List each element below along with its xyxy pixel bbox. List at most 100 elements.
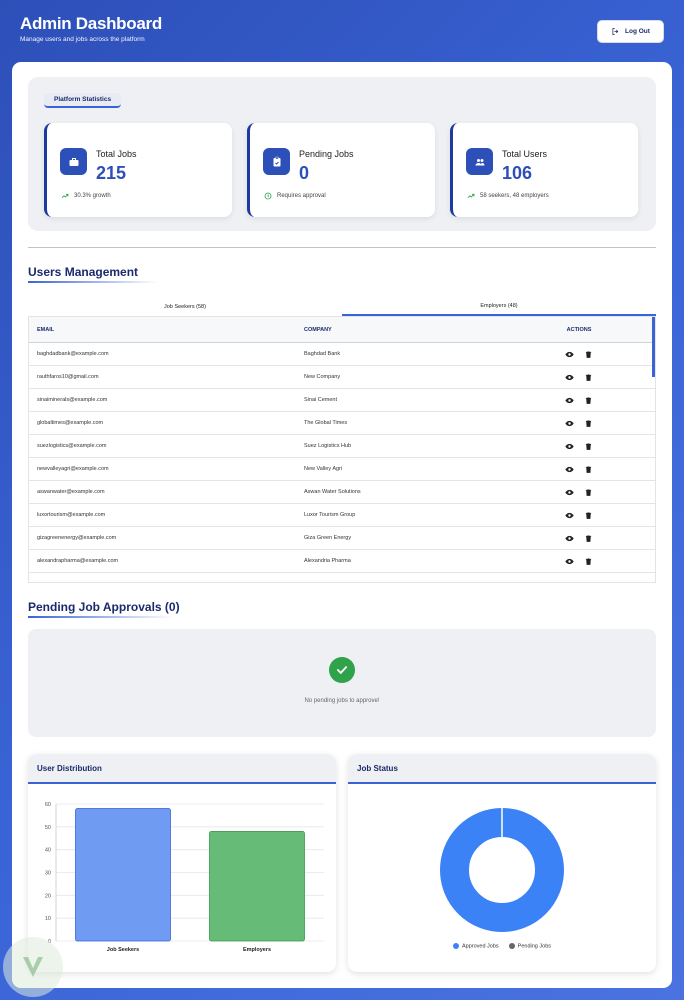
row-actions: [504, 557, 654, 566]
main-panel: Platform Statistics Total Jobs 215 30.3%…: [12, 62, 672, 988]
table-row: gizagreenenergy@example.com Giza Green En…: [29, 527, 655, 550]
tab-employers[interactable]: Employers (48): [342, 298, 656, 316]
stat-card-total-users: Total Users 106 58 seekers, 48 employers: [450, 123, 638, 217]
row-email: newvalleyagri@example.com: [37, 466, 109, 472]
y-tick-label: 40: [45, 848, 51, 854]
table-header: EMAIL COMPANY ACTIONS: [29, 317, 655, 343]
stat-card-pending-jobs: Pending Jobs 0 Requires approval: [247, 123, 435, 217]
row-actions: [504, 396, 654, 405]
trend-up-icon: [467, 193, 475, 198]
row-email: baghdadbank@example.com: [37, 351, 109, 357]
table-row: luxortourism@example.com Luxor Tourism Gr…: [29, 504, 655, 527]
delete-icon[interactable]: [584, 350, 593, 359]
stat-value: 0: [299, 163, 310, 183]
logout-label: Log Out: [625, 28, 650, 35]
row-actions: [504, 465, 654, 474]
legend-label: Approved Jobs: [461, 943, 499, 950]
clock-icon: [264, 192, 272, 200]
view-icon[interactable]: [565, 465, 574, 474]
table-row: suezlogistics@example.com Suez Logistics …: [29, 435, 655, 458]
legend-item-approved[interactable]: Approved Jobs: [452, 943, 499, 950]
user-distribution-chart: 0102030405060Job SeekersEmployers: [45, 802, 324, 953]
tab-job-seekers[interactable]: Job Seekers (58): [28, 298, 342, 316]
view-icon[interactable]: [565, 534, 574, 543]
title-underline: [28, 616, 173, 618]
table-row: baghdadbank@example.com Baghdad Bank: [29, 343, 655, 366]
view-icon[interactable]: [565, 373, 574, 382]
row-company: Aswan Water Solutions: [304, 489, 361, 495]
row-email: suezlogistics@example.com: [37, 443, 107, 449]
view-icon[interactable]: [565, 350, 574, 359]
logout-button[interactable]: Log Out: [597, 20, 664, 43]
row-email: rauthfaros10@gmail.com: [37, 374, 99, 380]
legend-label: Pending Jobs: [517, 943, 552, 950]
table-row: rauthfaros10@gmail.com New Company: [29, 366, 655, 389]
row-email: luxortourism@example.com: [37, 512, 106, 518]
row-email: sinaiminerals@example.com: [37, 397, 108, 403]
checkmark-icon: [329, 657, 355, 683]
pending-empty-state: No pending jobs to approve!: [28, 629, 656, 737]
table-row: aswanwater@example.com Aswan Water Soluti…: [29, 481, 655, 504]
delete-icon[interactable]: [584, 465, 593, 474]
logout-icon: [612, 28, 619, 35]
column-header-company[interactable]: COMPANY: [304, 327, 504, 333]
watermark-logo: [3, 937, 63, 997]
people-icon: [466, 148, 493, 175]
stat-sub-text: 58 seekers, 48 employers: [480, 193, 549, 199]
stat-sub: 58 seekers, 48 employers: [467, 192, 549, 200]
row-company: The Global Times: [304, 420, 348, 426]
x-tick-label: Employers: [243, 947, 271, 953]
table-row: alexandrapharma@example.com Alexandria Ph…: [29, 550, 655, 573]
stat-sub-text: Requires approval: [277, 193, 326, 199]
table-row: globaltimes@example.com The Global Times: [29, 412, 655, 435]
delete-icon[interactable]: [584, 396, 593, 405]
view-icon[interactable]: [565, 442, 574, 451]
row-company: Luxor Tourism Group: [304, 512, 356, 518]
column-header-email[interactable]: EMAIL: [29, 327, 304, 333]
stat-value: 106: [502, 163, 533, 183]
row-actions: [504, 488, 654, 497]
row-email: globaltimes@example.com: [37, 420, 104, 426]
delete-icon[interactable]: [584, 534, 593, 543]
view-icon[interactable]: [565, 511, 574, 520]
delete-icon[interactable]: [584, 442, 593, 451]
job-status-card: Job Status Approved Jobs Pending Jobs: [348, 754, 656, 972]
stat-label: Total Jobs: [96, 149, 137, 159]
briefcase-icon: [60, 148, 87, 175]
y-tick-label: 30: [45, 871, 51, 877]
x-tick-label: Job Seekers: [107, 947, 139, 953]
job-status-chart: [440, 808, 564, 932]
row-actions: [504, 350, 654, 359]
view-icon[interactable]: [565, 396, 574, 405]
view-icon[interactable]: [565, 488, 574, 497]
bar-job-seekers[interactable]: [75, 808, 171, 942]
row-email: alexandrapharma@example.com: [37, 558, 119, 564]
stat-value: 215: [96, 163, 127, 183]
row-actions: [504, 419, 654, 428]
view-icon[interactable]: [565, 557, 574, 566]
y-tick-label: 60: [45, 802, 51, 808]
delete-icon[interactable]: [584, 419, 593, 428]
legend-item-pending[interactable]: Pending Jobs: [508, 943, 552, 950]
stat-label: Pending Jobs: [299, 149, 354, 159]
row-actions: [504, 511, 654, 520]
table-row: sinaiminerals@example.com Sinai Cement: [29, 389, 655, 412]
empty-message: No pending jobs to approve!: [304, 698, 380, 704]
chart-title: Job Status: [348, 754, 656, 784]
page-subtitle: Manage users and jobs across the platfor…: [20, 36, 145, 43]
delete-icon[interactable]: [584, 511, 593, 520]
delete-icon[interactable]: [584, 373, 593, 382]
stat-sub: 30.3% growth: [61, 192, 111, 200]
row-company: Alexandria Pharma: [304, 558, 351, 564]
trend-up-icon: [61, 193, 69, 198]
delete-icon[interactable]: [584, 557, 593, 566]
user-distribution-card: User Distribution 0102030405060Job Seeke…: [28, 754, 336, 972]
stat-card-total-jobs: Total Jobs 215 30.3% growth: [44, 123, 232, 217]
row-company: Suez Logistics Hub: [304, 443, 352, 449]
bar-employers[interactable]: [209, 831, 305, 942]
row-email: gizagreenenergy@example.com: [37, 535, 117, 541]
table-scrollbar[interactable]: [652, 317, 655, 377]
view-icon[interactable]: [565, 419, 574, 428]
delete-icon[interactable]: [584, 488, 593, 497]
row-email: aswanwater@example.com: [37, 489, 105, 495]
